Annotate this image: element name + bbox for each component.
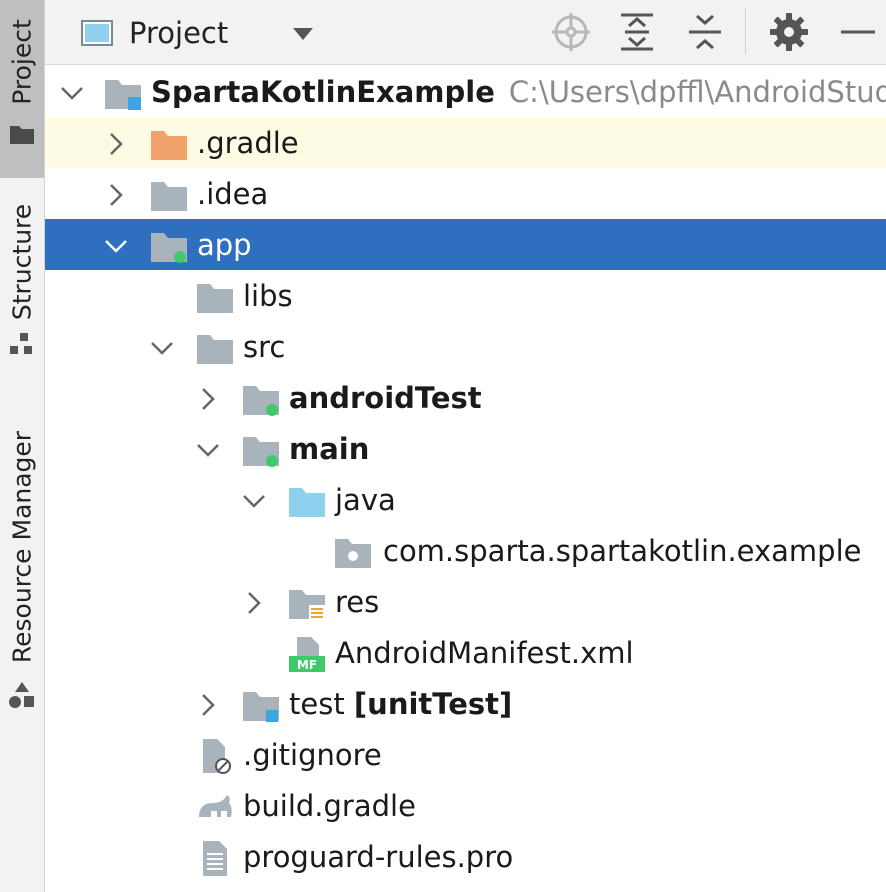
resources-folder-icon <box>289 590 325 621</box>
structure-tool-tab[interactable]: Structure <box>0 180 44 370</box>
tree-label: com.sparta.spartakotlin.example <box>383 534 862 568</box>
folder-icon <box>197 284 233 313</box>
tree-row-app[interactable]: app <box>45 219 886 270</box>
tree-label: proguard-rules.pro <box>243 840 514 874</box>
folder-icon <box>151 182 187 211</box>
resource-manager-tab-label: Resource Manager <box>7 430 37 664</box>
tree-label: .idea <box>197 177 269 211</box>
module-folder-icon <box>105 80 141 110</box>
tree-label: src <box>243 330 286 364</box>
ignore-file-icon <box>203 739 231 774</box>
tool-window-strip: Project Structure Resource Manager <box>0 0 45 892</box>
chevron-down-icon <box>293 28 313 40</box>
source-set-folder-icon <box>243 386 279 416</box>
module-folder-icon <box>151 233 187 263</box>
chevron-down-icon[interactable] <box>59 80 85 106</box>
tree-label: AndroidManifest.xml <box>335 636 634 670</box>
gear-icon[interactable] <box>767 10 811 54</box>
tree-row-build-gradle[interactable]: build.gradle <box>45 780 886 831</box>
folder-icon <box>197 335 233 364</box>
chevron-down-icon[interactable] <box>103 233 129 259</box>
tree-label: androidTest <box>289 381 482 415</box>
structure-tab-label: Structure <box>7 203 37 321</box>
tree-label: build.gradle <box>243 789 416 823</box>
source-set-folder-icon <box>243 437 279 467</box>
chevron-right-icon[interactable] <box>103 182 129 208</box>
tree-label: .gradle <box>197 126 299 160</box>
project-tool-tab[interactable]: Project <box>0 0 44 178</box>
tree-label: test [unitTest] <box>289 687 512 721</box>
tree-row-proguard[interactable]: proguard-rules.pro <box>45 831 886 882</box>
tree-row-res[interactable]: res <box>45 576 886 627</box>
toolbar-separator <box>745 8 746 54</box>
package-icon <box>335 539 371 568</box>
structure-icon <box>10 333 32 354</box>
tree-row-test[interactable]: test [unitTest] <box>45 678 886 729</box>
tree-row-gitignore[interactable]: .gitignore <box>45 729 886 780</box>
tree-row-main[interactable]: main <box>45 423 886 474</box>
manifest-file-icon: MF <box>289 637 325 672</box>
resource-manager-icon <box>9 682 34 708</box>
chevron-right-icon[interactable] <box>103 131 129 157</box>
chevron-down-icon[interactable] <box>195 437 221 463</box>
mf-badge-text: MF <box>297 658 317 672</box>
tree-label: app <box>197 228 252 262</box>
project-tab-label: Project <box>7 19 37 105</box>
tree-row-package[interactable]: com.sparta.spartakotlin.example <box>45 525 886 576</box>
tree-label: main <box>289 432 370 466</box>
source-folder-icon <box>289 488 325 517</box>
project-path: C:\Users\dpffl\AndroidStud <box>508 75 886 109</box>
tree-row-root[interactable]: SpartaKotlinExample C:\Users\dpffl\Androi… <box>45 66 886 117</box>
tree-row-java[interactable]: java <box>45 474 886 525</box>
chevron-down-icon[interactable] <box>241 488 267 514</box>
tree-label: .gitignore <box>243 738 382 772</box>
tree-row-libs[interactable]: libs <box>45 270 886 321</box>
chevron-right-icon[interactable] <box>241 590 267 616</box>
project-root-name: SpartaKotlinExample C:\Users\dpffl\Androi… <box>151 75 886 109</box>
folder-icon <box>151 131 187 160</box>
tree-row-idea[interactable]: .idea <box>45 168 886 219</box>
chevron-right-icon[interactable] <box>195 692 221 718</box>
tree-row-manifest[interactable]: MF AndroidManifest.xml <box>45 627 886 678</box>
folder-icon <box>10 126 34 144</box>
tree-row-androidtest[interactable]: androidTest <box>45 372 886 423</box>
test-folder-icon <box>243 692 279 722</box>
minimize-icon[interactable] <box>835 10 879 54</box>
tree-row-gradle[interactable]: .gradle <box>45 117 886 168</box>
tree-label: libs <box>243 279 293 313</box>
collapse-all-icon[interactable] <box>683 10 727 54</box>
tree-label: java <box>335 483 396 517</box>
chevron-down-icon[interactable] <box>149 335 175 361</box>
text-file-icon <box>203 841 227 876</box>
project-view-label: Project <box>129 16 229 50</box>
resource-manager-tool-tab[interactable]: Resource Manager <box>0 372 44 732</box>
project-toolbar: Project <box>45 0 886 65</box>
window-icon <box>81 20 113 46</box>
tree-row-src[interactable]: src <box>45 321 886 372</box>
tree-label: res <box>335 585 380 619</box>
chevron-right-icon[interactable] <box>195 386 221 412</box>
test-label: test <box>289 687 345 721</box>
project-name: SpartaKotlinExample <box>151 75 495 109</box>
crosshair-icon[interactable] <box>549 10 593 54</box>
gradle-icon <box>199 795 232 817</box>
test-tag: [unitTest] <box>353 687 513 721</box>
expand-all-icon[interactable] <box>615 10 659 54</box>
